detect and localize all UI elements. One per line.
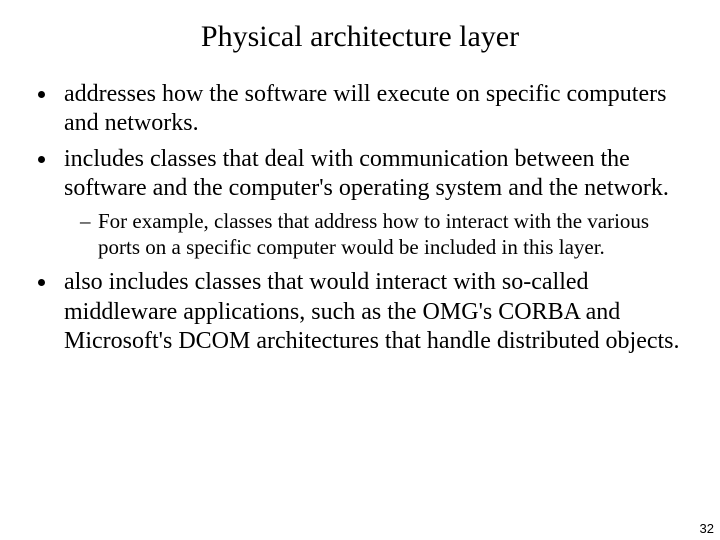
bullet-item: addresses how the software will execute …	[58, 80, 680, 139]
page-number: 32	[700, 521, 714, 536]
bullet-text: includes classes that deal with communic…	[64, 146, 669, 201]
sub-bullet-list: For example, classes that address how to…	[64, 209, 680, 260]
slide: Physical architecture layer addresses ho…	[0, 0, 720, 540]
bullet-list: addresses how the software will execute …	[40, 80, 680, 356]
bullet-item: includes classes that deal with communic…	[58, 145, 680, 261]
slide-title: Physical architecture layer	[40, 20, 680, 54]
sub-bullet-item: For example, classes that address how to…	[98, 209, 680, 260]
bullet-item: also includes classes that would interac…	[58, 268, 680, 356]
